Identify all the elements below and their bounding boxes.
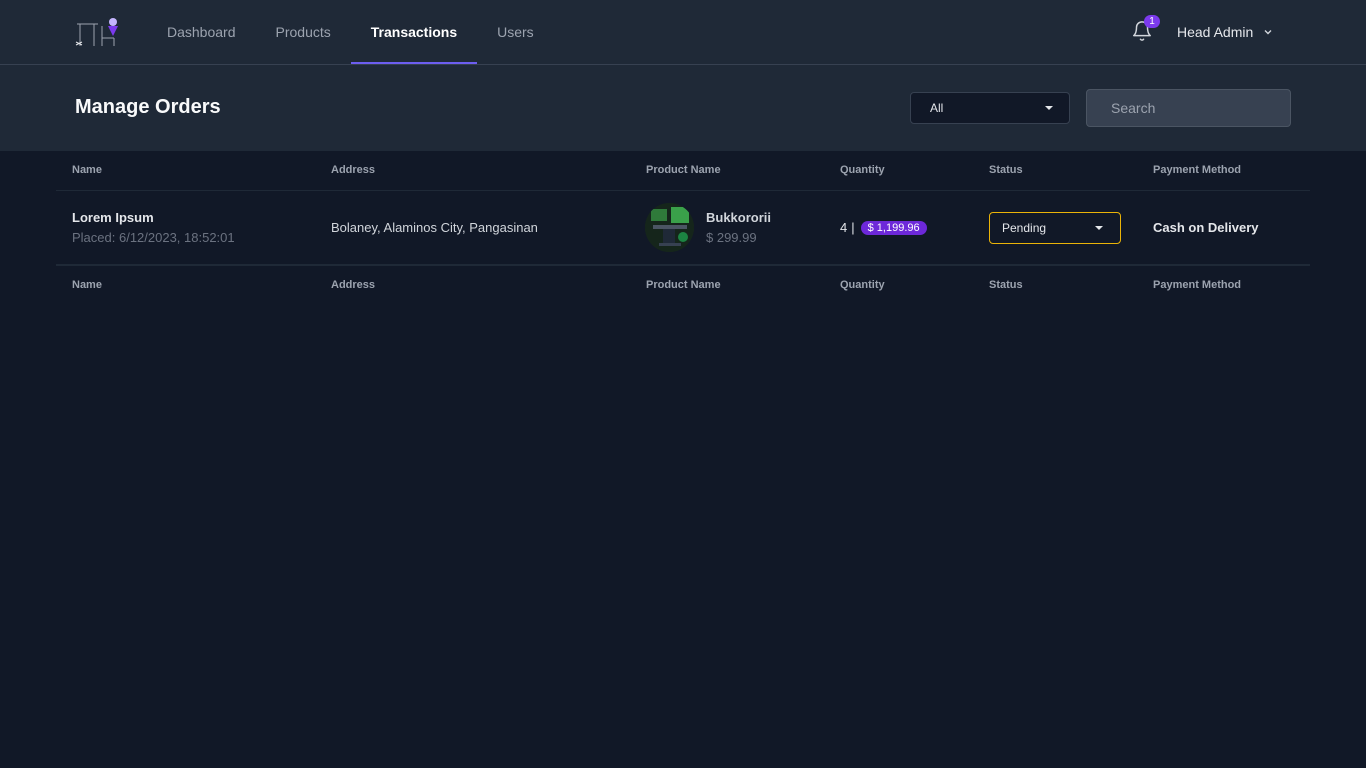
nav-link-dashboard[interactable]: Dashboard [147, 0, 256, 64]
quantity-separator: | [851, 220, 855, 235]
status-filter-select[interactable]: All [910, 92, 1070, 124]
quantity-cell: 4 | $ 1,199.96 [840, 220, 927, 235]
quantity-value: 4 [840, 220, 848, 235]
notification-badge: 1 [1144, 15, 1160, 28]
filter-selected-value: All [930, 101, 944, 115]
user-menu[interactable]: Head Admin [1177, 20, 1273, 44]
column-footer-name: Name [72, 279, 102, 291]
column-header-status: Status [989, 164, 1023, 176]
table-header-row: Name Address Product Name Quantity Statu… [56, 151, 1310, 191]
column-footer-status: Status [989, 279, 1023, 291]
column-header-address: Address [331, 164, 376, 176]
search-box[interactable] [1086, 89, 1294, 127]
top-navbar: Dashboard Products Transactions Users 1 … [0, 0, 1366, 65]
nav-links: Dashboard Products Transactions Users [147, 0, 554, 64]
page-header: Manage Orders All [0, 65, 1366, 151]
column-footer-address: Address [331, 279, 376, 291]
column-header-name: Name [72, 164, 102, 176]
order-total-badge: $ 1,199.96 [860, 220, 927, 235]
table-row[interactable]: Lorem Ipsum Placed: 6/12/2023, 18:52:01 … [56, 191, 1310, 265]
payment-method: Cash on Delivery [1153, 220, 1259, 235]
column-footer-payment-method: Payment Method [1153, 279, 1242, 291]
column-footer-quantity: Quantity [840, 279, 885, 291]
customer-name: Lorem Ipsum [72, 210, 154, 225]
logo-icon[interactable] [74, 14, 124, 50]
table-footer-row: Name Address Product Name Quantity Statu… [56, 265, 1310, 305]
order-placed-date: Placed: 6/12/2023, 18:52:01 [72, 230, 235, 245]
column-header-product-name: Product Name [646, 164, 721, 176]
nav-link-users[interactable]: Users [477, 0, 554, 64]
customer-address: Bolaney, Alaminos City, Pangasinan [331, 220, 538, 235]
product-name: Bukkororii [706, 210, 772, 225]
product-price: $ 299.99 [706, 230, 757, 245]
caret-down-icon [1045, 106, 1053, 110]
search-input[interactable] [1109, 99, 1294, 117]
chevron-down-icon [1264, 30, 1272, 35]
order-status-select[interactable]: Pending [989, 212, 1121, 244]
user-name: Head Admin [1177, 24, 1254, 40]
column-header-payment-method: Payment Method [1153, 164, 1242, 176]
nav-link-transactions[interactable]: Transactions [350, 0, 478, 64]
nav-link-products[interactable]: Products [256, 0, 351, 64]
page-title: Manage Orders [75, 96, 221, 118]
column-header-quantity: Quantity [840, 164, 885, 176]
orders-table: Name Address Product Name Quantity Statu… [56, 151, 1310, 305]
column-footer-product-name: Product Name [646, 279, 721, 291]
caret-down-icon [1095, 226, 1103, 230]
status-selected-value: Pending [1002, 221, 1047, 235]
product-image [645, 203, 694, 252]
